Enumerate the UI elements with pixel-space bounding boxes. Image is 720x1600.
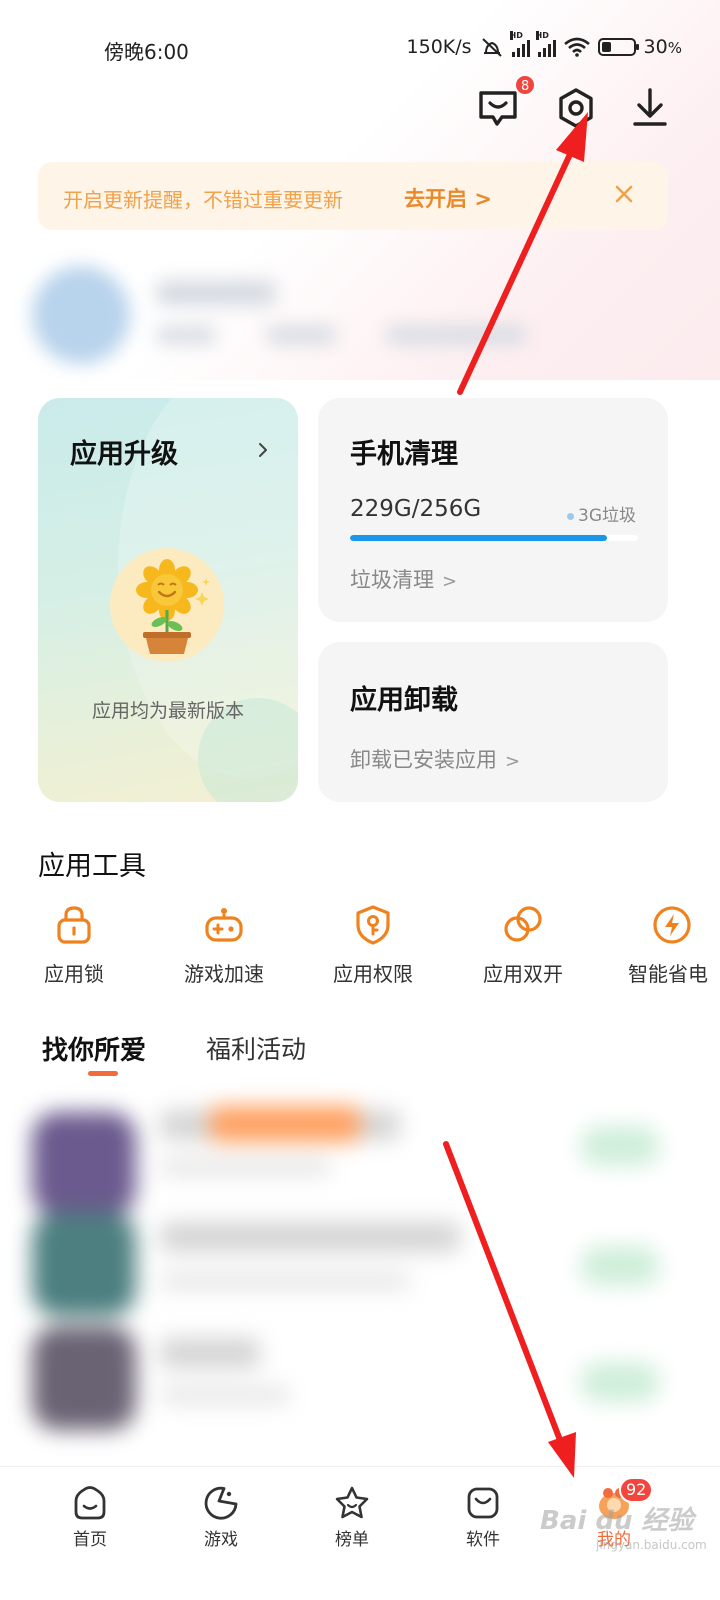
tool-app-permissions[interactable]: 应用权限: [318, 904, 428, 987]
status-indicators: 150K/s HD HD 30%: [406, 31, 682, 58]
nav-games[interactable]: 游戏: [176, 1485, 266, 1550]
nav-label: 榜单: [335, 1530, 369, 1550]
install-button[interactable]: [580, 1362, 660, 1402]
app-upgrade-card[interactable]: 应用升级 应用均为最新版本: [38, 398, 298, 802]
upgrade-title: 应用升级: [70, 439, 178, 470]
app-title-placeholder: [160, 1222, 460, 1252]
app-icon: [32, 1212, 136, 1316]
cleanup-title: 手机清理: [350, 439, 458, 470]
software-icon: [467, 1487, 499, 1519]
nav-label: 软件: [466, 1530, 500, 1550]
battery-percent: 30%: [643, 36, 682, 58]
settings-icon: [559, 88, 593, 128]
junk-cleanup-link[interactable]: 垃圾清理 >: [350, 564, 457, 594]
app-title-placeholder: [160, 1338, 260, 1368]
app-tools-title: 应用工具: [38, 851, 146, 882]
profile-meta-2: [266, 326, 336, 344]
user-profile[interactable]: [26, 258, 546, 370]
tool-label: 游戏加速: [184, 962, 264, 986]
signal-icon-1: HD: [509, 31, 530, 57]
gamepad-icon: [205, 908, 243, 942]
app-uninstall-card[interactable]: 应用卸载 卸载已安装应用 >: [318, 642, 668, 802]
close-icon[interactable]: [612, 182, 636, 206]
install-button[interactable]: [580, 1246, 660, 1286]
tool-dual-apps[interactable]: 应用双开: [468, 904, 578, 987]
app-desc-placeholder: [160, 1158, 330, 1176]
home-icon: [74, 1486, 106, 1520]
dual-circle-icon: [504, 906, 542, 942]
phone-cleanup-card[interactable]: 手机清理 229G/256G 3G垃圾 垃圾清理 >: [318, 398, 668, 622]
app-desc-placeholder: [160, 1272, 410, 1290]
settings-button[interactable]: [554, 86, 598, 130]
tool-label: 应用权限: [333, 962, 413, 986]
storage-progress-bar: [350, 535, 638, 541]
promo-tag: [210, 1106, 360, 1142]
profile-meta-1: [156, 326, 216, 344]
message-icon: [479, 91, 517, 126]
mute-icon: [481, 38, 502, 57]
tool-app-lock[interactable]: 应用锁: [19, 904, 129, 987]
download-icon: [633, 88, 667, 126]
username-placeholder: [156, 280, 276, 306]
nav-home[interactable]: 首页: [45, 1485, 135, 1550]
nav-rankings[interactable]: 榜单: [307, 1485, 397, 1550]
active-tab-indicator: [88, 1071, 118, 1076]
upgrade-status-text: 应用均为最新版本: [91, 700, 244, 722]
nav-label: 首页: [73, 1530, 107, 1550]
network-speed: 150K/s: [406, 36, 472, 58]
signal-icon-2: HD: [535, 31, 556, 57]
tool-smart-power[interactable]: 智能省电: [617, 904, 720, 987]
status-time: 傍晚6:00: [104, 40, 189, 64]
nav-label: 游戏: [204, 1530, 238, 1550]
uninstall-title: 应用卸载: [350, 685, 458, 716]
sunflower-illustration: [110, 548, 224, 662]
watermark-logo: Bai du 经验: [540, 1506, 694, 1536]
junk-size: 3G垃圾: [567, 501, 636, 526]
install-button[interactable]: [580, 1126, 660, 1166]
app-icon: [32, 1112, 136, 1216]
game-icon: [204, 1486, 238, 1520]
status-bar: 傍晚6:00 150K/s HD HD 30%: [0, 0, 720, 96]
banner-text: 开启更新提醒，不错过重要更新: [63, 188, 343, 212]
app-desc-placeholder: [160, 1386, 290, 1404]
lightning-icon: [653, 906, 691, 944]
profile-meta-3: [386, 326, 526, 344]
shield-key-icon: [356, 905, 390, 945]
tool-label: 应用双开: [483, 962, 563, 986]
wifi-icon: [563, 37, 590, 57]
tab-find-your-love[interactable]: 找你所爱: [42, 1030, 146, 1067]
download-button[interactable]: [628, 86, 672, 130]
battery-icon: [597, 38, 639, 56]
watermark-url: jingyan.baidu.com: [596, 1538, 707, 1552]
message-button[interactable]: 8: [476, 74, 537, 130]
tab-welfare-activities[interactable]: 福利活动: [206, 1030, 306, 1066]
tool-game-boost[interactable]: 游戏加速: [169, 904, 279, 987]
update-reminder-banner: 开启更新提醒，不错过重要更新 去开启 >: [38, 162, 668, 230]
chevron-right-icon: >: [442, 571, 458, 592]
sunflower-icon: [136, 559, 210, 654]
storage-usage: 229G/256G: [350, 496, 482, 522]
star-icon: [335, 1486, 369, 1519]
chevron-right-icon: [259, 443, 267, 457]
app-icon: [32, 1326, 136, 1430]
banner-enable-link[interactable]: 去开启 >: [404, 183, 492, 213]
lock-icon: [57, 906, 91, 944]
avatar: [32, 266, 130, 364]
nav-software[interactable]: 软件: [438, 1485, 528, 1550]
recommended-apps-list: [0, 1086, 720, 1466]
uninstall-apps-link[interactable]: 卸载已安装应用 >: [350, 744, 520, 774]
tool-label: 智能省电: [628, 962, 708, 986]
chevron-right-icon: >: [505, 751, 521, 772]
tool-label: 应用锁: [44, 962, 104, 986]
